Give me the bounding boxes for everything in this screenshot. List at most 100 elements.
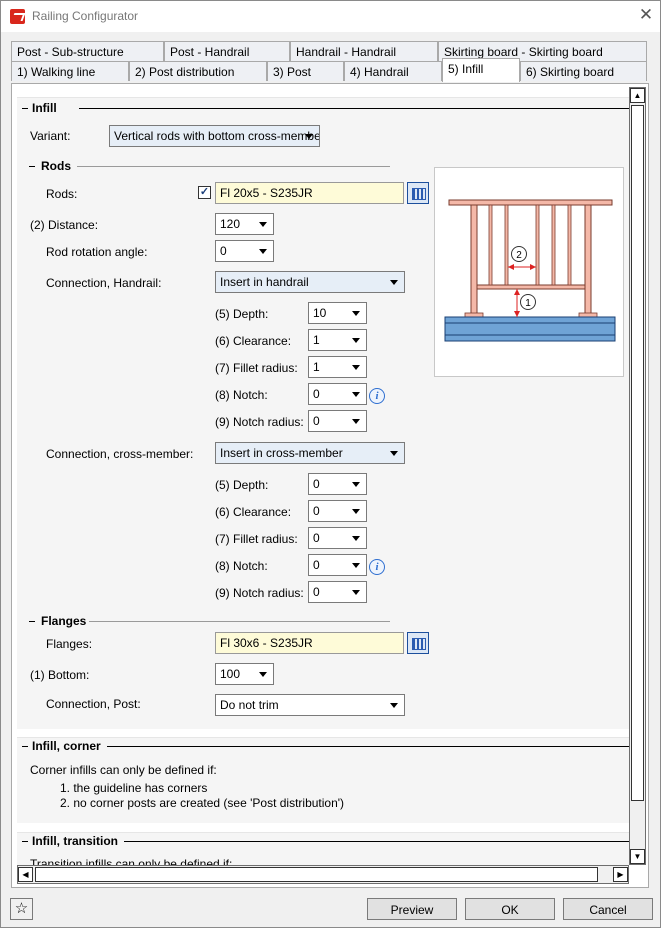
scroll-right-icon[interactable]: ▶: [613, 867, 628, 882]
horizontal-scroll-thumb[interactable]: [35, 867, 598, 882]
variant-label: Variant:: [30, 129, 71, 143]
hr-depth-select[interactable]: 10: [308, 302, 367, 324]
flanges-field[interactable]: Fl 30x6 - S235JR: [215, 632, 404, 654]
catalog-icon[interactable]: [407, 182, 429, 204]
rotation-label: Rod rotation angle:: [46, 245, 148, 259]
cm-clearance-value: 0: [313, 504, 320, 518]
corner-item-2: 2. no corner posts are created (see 'Pos…: [60, 796, 345, 810]
corner-note: Corner infills can only be defined if:: [30, 763, 217, 777]
callout-2: 2: [516, 250, 522, 261]
transition-note: Transition infills can only be defined i…: [30, 857, 233, 865]
chevron-down-icon: [352, 536, 360, 541]
cm-clearance-select[interactable]: 0: [308, 500, 367, 522]
hr-fillet-select[interactable]: 1: [308, 356, 367, 378]
info-icon[interactable]: i: [369, 559, 385, 575]
chevron-down-icon: [390, 703, 398, 708]
hr-depth-value: 10: [313, 306, 327, 320]
star-icon[interactable]: ☆: [10, 898, 33, 920]
conn-handrail-label: Connection, Handrail:: [46, 276, 162, 290]
cm-notch-select[interactable]: 0: [308, 554, 367, 576]
infill-header: Infill: [32, 101, 57, 115]
cm-notch-label: (8) Notch:: [215, 559, 268, 573]
distance-value: 120: [220, 217, 241, 231]
chevron-down-icon: [352, 509, 360, 514]
cm-depth-value: 0: [313, 477, 320, 491]
railing-diagram: 1 2: [434, 167, 624, 377]
collapse-icon[interactable]: [22, 841, 28, 842]
close-icon[interactable]: ✕: [637, 6, 655, 24]
chevron-down-icon: [390, 280, 398, 285]
cm-fillet-value: 0: [313, 531, 320, 545]
hr-notch-radius-select[interactable]: 0: [308, 410, 367, 432]
distance-label: (2) Distance:: [30, 218, 99, 232]
distance-select[interactable]: 120: [215, 213, 274, 235]
conn-handrail-select[interactable]: Insert in handrail: [215, 271, 405, 293]
bottom-select[interactable]: 100: [215, 663, 274, 685]
app-logo-icon: [10, 9, 25, 24]
tab-walking-line[interactable]: 1) Walking line: [11, 61, 129, 81]
rods-header: Rods: [41, 159, 71, 173]
hr-notch-select[interactable]: 0: [308, 383, 367, 405]
hr-clearance-value: 1: [313, 333, 320, 347]
chevron-down-icon: [352, 590, 360, 595]
cm-notch-radius-select[interactable]: 0: [308, 581, 367, 603]
variant-select[interactable]: Vertical rods with bottom cross-member: [109, 125, 320, 147]
horizontal-scrollbar[interactable]: ◀ ▶: [17, 865, 629, 884]
bottom-value: 100: [220, 667, 241, 681]
rotation-select[interactable]: 0: [215, 240, 274, 262]
rotation-value: 0: [220, 244, 227, 258]
chevron-down-icon: [352, 563, 360, 568]
scroll-content: Infill Variant: Vertical rods with botto…: [17, 97, 629, 865]
catalog-icon[interactable]: [407, 632, 429, 654]
scroll-down-icon[interactable]: ▼: [630, 849, 645, 864]
tab-post-substructure[interactable]: Post - Sub-structure: [11, 41, 164, 61]
scroll-left-icon[interactable]: ◀: [18, 867, 33, 882]
conn-cross-value: Insert in cross-member: [220, 446, 343, 460]
cancel-button[interactable]: Cancel: [563, 898, 653, 920]
flanges-header: Flanges: [41, 614, 87, 628]
rods-checkbox[interactable]: ✓: [198, 186, 211, 199]
bottom-label: (1) Bottom:: [30, 668, 90, 682]
infill-transition-group: Infill, transition Transition infills ca…: [17, 832, 629, 865]
scroll-up-icon[interactable]: ▲: [630, 88, 645, 103]
chevron-down-icon: [259, 222, 267, 227]
separator: [89, 621, 390, 622]
collapse-icon[interactable]: [22, 746, 28, 747]
conn-cross-label: Connection, cross-member:: [46, 447, 194, 461]
hr-fillet-label: (7) Fillet radius:: [215, 361, 298, 375]
collapse-icon[interactable]: [29, 166, 35, 167]
tab-skirting-board[interactable]: 6) Skirting board: [520, 61, 647, 81]
collapse-icon[interactable]: [22, 108, 28, 109]
chevron-down-icon: [259, 672, 267, 677]
tab-post[interactable]: 3) Post: [267, 61, 344, 81]
callout-1: 1: [525, 298, 531, 309]
preview-button[interactable]: Preview: [367, 898, 457, 920]
cm-clearance-label: (6) Clearance:: [215, 505, 292, 519]
vertical-scrollbar[interactable]: ▲ ▼: [629, 87, 646, 865]
hr-clearance-label: (6) Clearance:: [215, 334, 292, 348]
conn-post-label: Connection, Post:: [46, 697, 141, 711]
vertical-scroll-thumb[interactable]: [631, 105, 644, 801]
conn-post-select[interactable]: Do not trim: [215, 694, 405, 716]
rods-field[interactable]: Fl 20x5 - S235JR: [215, 182, 404, 204]
infill-corner-header: Infill, corner: [32, 739, 101, 753]
hr-depth-label: (5) Depth:: [215, 307, 269, 321]
tab-post-handrail[interactable]: Post - Handrail: [164, 41, 290, 61]
cm-depth-select[interactable]: 0: [308, 473, 367, 495]
tab-post-distribution[interactable]: 2) Post distribution: [129, 61, 267, 81]
hr-notch-radius-value: 0: [313, 414, 320, 428]
info-icon[interactable]: i: [369, 388, 385, 404]
hr-clearance-select[interactable]: 1: [308, 329, 367, 351]
tab-handrail[interactable]: 4) Handrail: [344, 61, 442, 81]
conn-post-value: Do not trim: [220, 698, 279, 712]
conn-cross-select[interactable]: Insert in cross-member: [215, 442, 405, 464]
window-title: Railing Configurator: [32, 9, 139, 23]
ok-button[interactable]: OK: [465, 898, 555, 920]
collapse-icon[interactable]: [29, 621, 35, 622]
tab-handrail-handrail[interactable]: Handrail - Handrail: [290, 41, 438, 61]
tab-infill[interactable]: 5) Infill: [442, 58, 520, 82]
cm-depth-label: (5) Depth:: [215, 478, 269, 492]
chevron-down-icon: [352, 392, 360, 397]
cm-fillet-select[interactable]: 0: [308, 527, 367, 549]
chevron-down-icon: [352, 365, 360, 370]
